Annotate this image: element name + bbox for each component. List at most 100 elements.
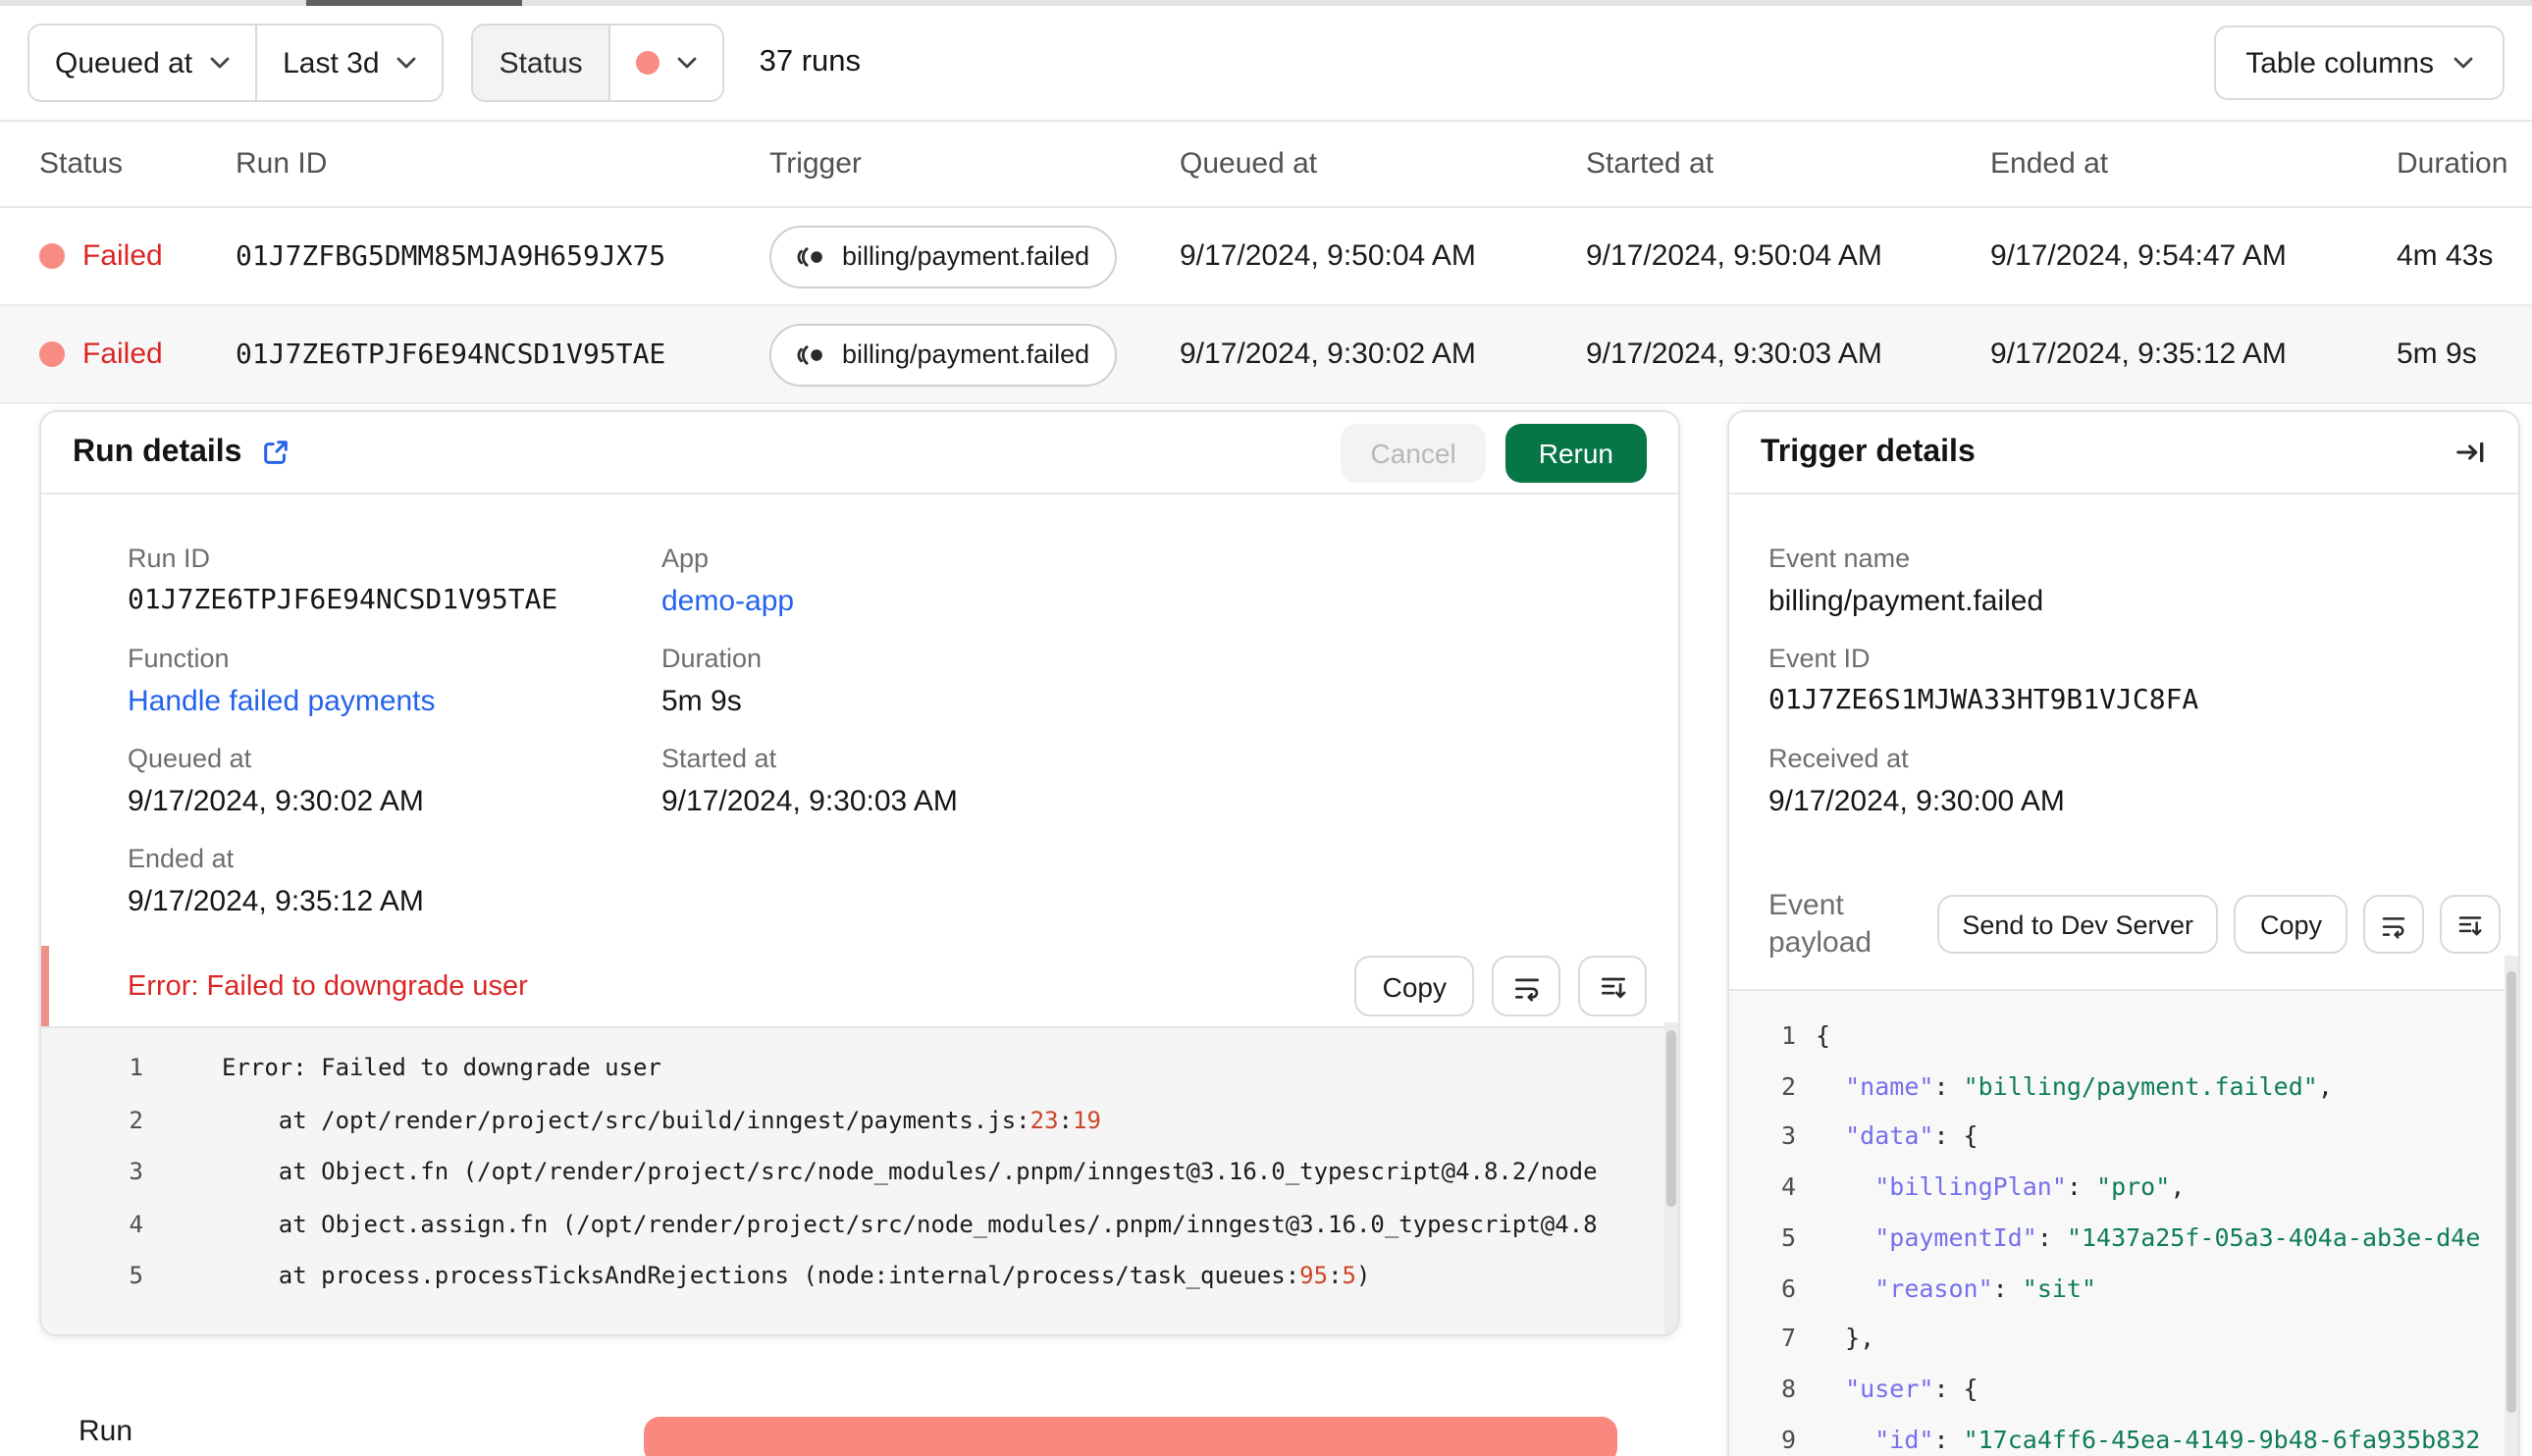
run-row[interactable]: Failed 01J7ZFBG5DMM85MJA9H659JX75 billin… — [0, 208, 2532, 306]
field-app: App demo-app — [661, 542, 1678, 622]
field-duration: Duration 5m 9s — [661, 644, 763, 718]
col-header-trigger: Trigger — [769, 147, 862, 181]
run-id-cell: 01J7ZFBG5DMM85MJA9H659JX75 — [236, 240, 666, 272]
event-pulse-icon — [797, 246, 822, 266]
failed-dot-icon — [39, 341, 65, 367]
trigger-details-panel: Trigger details Event name billing/payme… — [1727, 410, 2520, 1456]
field-filter-label: Queued at — [55, 46, 193, 79]
event-payload-actions: Send to Dev Server Copy — [1936, 895, 2501, 954]
col-header-ended-at: Ended at — [1990, 147, 2109, 181]
stack-trace-scrollbar-thumb[interactable] — [1666, 1030, 1676, 1207]
event-payload-header: Event payload Send to Dev Server Copy — [1729, 873, 2518, 975]
col-header-duration: Duration — [2397, 147, 2508, 181]
runs-count: 37 runs — [759, 45, 862, 78]
ended-at-cell: 9/17/2024, 9:54:47 AM — [1990, 239, 2287, 273]
event-payload-code[interactable]: 1{2 "name": "billing/payment.failed", 3 "… — [1729, 989, 2518, 1456]
timeline-run-bar[interactable] — [644, 1417, 1617, 1456]
timeline-run-label: Run — [79, 1415, 133, 1448]
duration-cell: 5m 9s — [2397, 338, 2477, 371]
chevron-down-icon — [2453, 57, 2473, 69]
status-filter-label-segment: Status — [473, 26, 608, 100]
run-id-cell: 01J7ZE6TPJF6E94NCSD1V95TAE — [236, 338, 666, 370]
field-event-id: Event ID 01J7ZE6S1MJWA33HT9B1VJC8FA — [1768, 644, 2199, 716]
col-header-queued-at: Queued at — [1180, 147, 1318, 181]
time-range-dropdown[interactable]: Last 3d — [255, 26, 443, 100]
collapse-panel-icon[interactable] — [2453, 436, 2487, 469]
word-wrap-toggle-button[interactable] — [1492, 956, 1560, 1016]
event-badge: billing/payment.failed — [769, 323, 1118, 386]
word-wrap-icon — [2382, 916, 2405, 938]
field-received-at: Received at 9/17/2024, 9:30:00 AM — [1768, 744, 2065, 818]
event-payload-label: Event payload — [1768, 889, 1873, 960]
event-badge-label: billing/payment.failed — [842, 241, 1090, 271]
event-pulse-icon — [797, 344, 822, 364]
runs-page: Queued at Last 3d Status 37 runs Table c… — [0, 0, 2532, 1456]
runs-table-header: Status Run ID Trigger Queued at Started … — [0, 122, 2532, 208]
status-filter-dropdown[interactable] — [607, 26, 722, 100]
copy-error-button[interactable]: Copy — [1354, 956, 1474, 1016]
field-ended-at: Ended at 9/17/2024, 9:35:12 AM — [128, 844, 424, 918]
ended-at-cell: 9/17/2024, 9:35:12 AM — [1990, 338, 2287, 371]
cancel-button[interactable]: Cancel — [1341, 423, 1486, 482]
error-title: Error: Failed to downgrade user — [128, 970, 528, 1002]
run-row-selected[interactable]: Failed 01J7ZE6TPJF6E94NCSD1V95TAE billin… — [0, 306, 2532, 404]
event-badge-label: billing/payment.failed — [842, 339, 1090, 369]
trigger-details-header: Trigger details — [1729, 412, 2518, 494]
app-link[interactable]: demo-app — [661, 581, 1678, 622]
horizontal-scrollbar-thumb[interactable] — [306, 0, 522, 6]
run-details-header: Run details Cancel Rerun — [41, 412, 1678, 494]
failed-status-dot-icon — [635, 51, 659, 75]
payload-scrollbar[interactable] — [2505, 956, 2518, 1456]
trigger-details-fields: Event name billing/payment.failed Event … — [1729, 494, 2518, 842]
chevron-down-icon — [677, 57, 697, 69]
horizontal-scrollbar[interactable] — [0, 0, 2532, 6]
payload-word-wrap-button[interactable] — [2363, 895, 2424, 954]
queued-at-cell: 9/17/2024, 9:50:04 AM — [1180, 239, 1476, 273]
status-cell: Failed — [39, 239, 236, 273]
stack-trace-scrollbar[interactable] — [1664, 1022, 1678, 1334]
field-event-name: Event name billing/payment.failed — [1768, 544, 2044, 618]
time-filter-group: Queued at Last 3d — [27, 24, 445, 102]
status-cell: Failed — [39, 338, 236, 371]
chevron-down-icon — [210, 57, 230, 69]
started-at-cell: 9/17/2024, 9:50:04 AM — [1586, 239, 1882, 273]
payload-scroll-to-bottom-button[interactable] — [2440, 895, 2501, 954]
status-filter-group: Status — [471, 24, 724, 102]
chevron-down-icon — [397, 57, 416, 69]
time-range-label: Last 3d — [283, 46, 380, 79]
duration-cell: 4m 43s — [2397, 239, 2494, 273]
col-header-run-id: Run ID — [236, 147, 328, 181]
send-to-dev-server-button[interactable]: Send to Dev Server — [1936, 895, 2219, 954]
payload-scrollbar-thumb[interactable] — [2506, 971, 2516, 1413]
trigger-cell: billing/payment.failed — [769, 323, 1180, 386]
copy-payload-button[interactable]: Copy — [2234, 895, 2347, 954]
status-text: Failed — [82, 239, 163, 273]
status-filter-label: Status — [499, 46, 583, 79]
field-filter-dropdown[interactable]: Queued at — [29, 26, 256, 100]
trigger-cell: billing/payment.failed — [769, 225, 1180, 287]
run-details-fields: Run ID 01J7ZE6TPJF6E94NCSD1V95TAE App de… — [41, 494, 1678, 946]
event-badge: billing/payment.failed — [769, 225, 1118, 287]
stack-trace-code[interactable]: 1 Error: Failed to downgrade user 2 at /op… — [41, 1026, 1678, 1334]
word-wrap-icon — [1514, 977, 1538, 1001]
scroll-to-bottom-button[interactable] — [1578, 956, 1647, 1016]
external-link-icon[interactable] — [261, 438, 290, 467]
scroll-to-bottom-icon — [2458, 915, 2482, 935]
trigger-details-title: Trigger details — [1761, 435, 1976, 468]
run-details-panel: Run details Cancel Rerun Run ID 01J7ZE6T… — [39, 410, 1680, 1336]
error-banner: Error: Failed to downgrade user Copy — [41, 946, 1678, 1026]
field-run-id: Run ID 01J7ZE6TPJF6E94NCSD1V95TAE — [128, 544, 558, 616]
col-header-started-at: Started at — [1586, 147, 1714, 181]
col-header-status: Status — [39, 147, 124, 181]
started-at-cell: 9/17/2024, 9:30:03 AM — [1586, 338, 1882, 371]
function-link[interactable]: Handle failed payments — [128, 681, 661, 722]
table-columns-button[interactable]: Table columns — [2214, 26, 2505, 100]
queued-at-cell: 9/17/2024, 9:30:02 AM — [1180, 338, 1476, 371]
field-function: Function Handle failed payments — [128, 642, 661, 722]
field-queued-at: Queued at 9/17/2024, 9:30:02 AM — [128, 744, 424, 818]
rerun-button[interactable]: Rerun — [1504, 423, 1647, 482]
table-columns-label: Table columns — [2245, 46, 2434, 79]
error-actions: Copy — [1354, 956, 1647, 1016]
status-text: Failed — [82, 338, 163, 371]
scroll-to-bottom-icon — [1601, 976, 1625, 998]
